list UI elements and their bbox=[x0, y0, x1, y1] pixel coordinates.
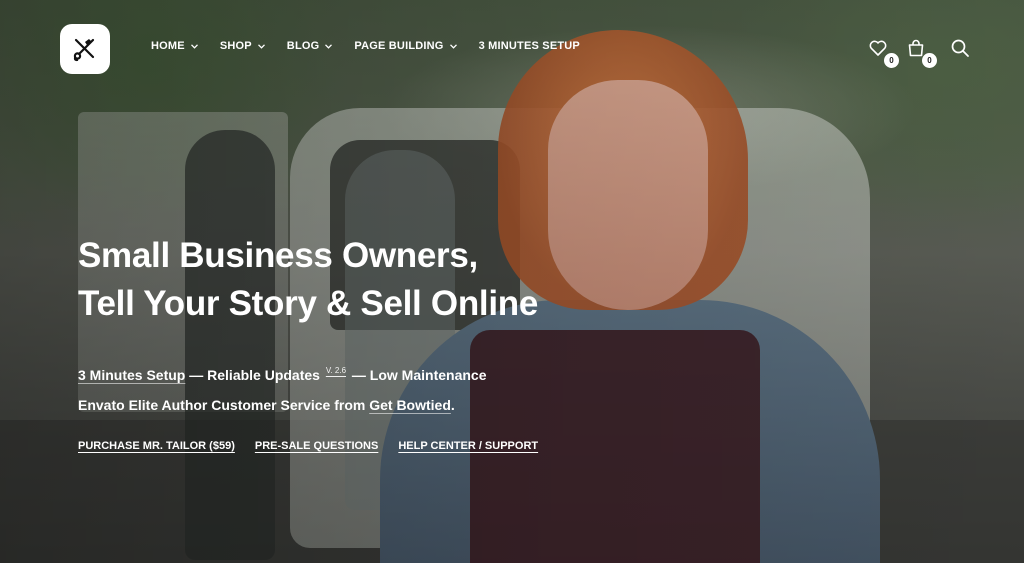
purchase-link[interactable]: PURCHASE MR. TAILOR ($59) bbox=[78, 440, 235, 452]
wishlist-button[interactable]: 0 bbox=[868, 38, 899, 68]
nav-label: 3 MINUTES SETUP bbox=[478, 40, 580, 52]
wishlist-count-badge: 0 bbox=[884, 53, 899, 68]
tagline-row-1: 3 Minutes Setup — Reliable Updates V. 2.… bbox=[78, 356, 486, 390]
tagline-text: Envato Elite Author Customer Service fro… bbox=[78, 397, 370, 413]
nav-item-home[interactable]: HOME bbox=[151, 40, 198, 52]
hero-links: PURCHASE MR. TAILOR ($59) PRE-SALE QUEST… bbox=[78, 440, 538, 452]
tagline-row-2: Envato Elite Author Customer Service fro… bbox=[78, 390, 486, 420]
search-button[interactable] bbox=[950, 38, 972, 60]
version-label: V. 2.6 bbox=[325, 366, 347, 375]
tagline-punctuation: . bbox=[450, 397, 455, 413]
setup-link[interactable]: 3 Minutes Setup bbox=[78, 367, 185, 383]
chevron-down-icon bbox=[190, 43, 198, 49]
cart-count-badge: 0 bbox=[922, 53, 937, 68]
nav-label: SHOP bbox=[219, 40, 252, 52]
help-center-link[interactable]: HELP CENTER / SUPPORT bbox=[398, 440, 538, 452]
nav-label: PAGE BUILDING bbox=[354, 40, 444, 52]
chevron-down-icon bbox=[325, 43, 333, 49]
nav-label: HOME bbox=[151, 40, 185, 52]
background-van bbox=[290, 108, 870, 548]
main-navigation: HOME SHOP BLOG PAGE BUILDING 3 MINUTES S… bbox=[151, 40, 602, 52]
nav-label: BLOG bbox=[286, 40, 320, 52]
background-person-left bbox=[185, 130, 275, 560]
nav-item-shop[interactable]: SHOP bbox=[220, 40, 265, 52]
headline-line-2: Tell Your Story & Sell Online bbox=[78, 284, 539, 323]
search-icon bbox=[951, 39, 969, 57]
tagline-separator: — Reliable Updates bbox=[185, 367, 324, 383]
nav-item-3-minutes-setup[interactable]: 3 MINUTES SETUP bbox=[479, 40, 580, 52]
site-logo[interactable] bbox=[60, 24, 110, 74]
header-icons: 0 0 bbox=[868, 38, 972, 68]
hero-headline: Small Business Owners, Tell Your Story &… bbox=[78, 232, 538, 328]
hero-tagline: 3 Minutes Setup — Reliable Updates V. 2.… bbox=[78, 356, 486, 420]
tailor-scissors-needle-icon bbox=[73, 38, 95, 62]
tagline-text: — Low Maintenance bbox=[348, 367, 487, 383]
chevron-down-icon bbox=[449, 43, 457, 49]
cart-button[interactable]: 0 bbox=[906, 38, 937, 68]
foreground-person-body bbox=[380, 300, 880, 563]
pre-sale-questions-link[interactable]: PRE-SALE QUESTIONS bbox=[255, 440, 378, 452]
hero-section: HOME SHOP BLOG PAGE BUILDING 3 MINUTES S… bbox=[0, 0, 1024, 563]
background-person-middle bbox=[345, 150, 455, 510]
chevron-down-icon bbox=[257, 43, 265, 49]
nav-item-page-building[interactable]: PAGE BUILDING bbox=[354, 40, 457, 52]
nav-item-blog[interactable]: BLOG bbox=[287, 40, 333, 52]
headline-line-1: Small Business Owners, bbox=[78, 236, 478, 275]
get-bowtied-link[interactable]: Get Bowtied bbox=[369, 397, 451, 413]
foreground-person-face bbox=[548, 80, 708, 310]
